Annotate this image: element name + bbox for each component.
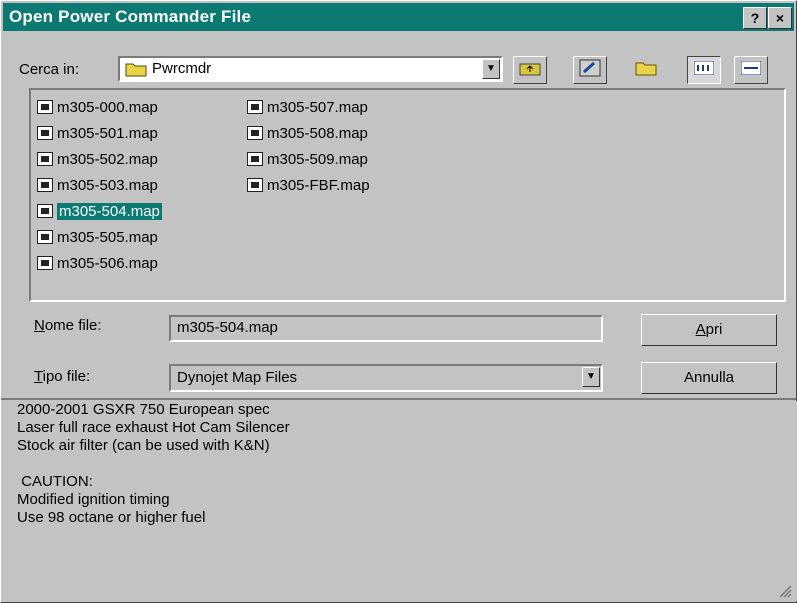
filetype-dropdown-button[interactable]: ▼ [582,367,600,387]
cancel-button[interactable]: Annulla [641,362,777,394]
file-name: m305-504.map [57,202,162,220]
filename-value: m305-504.map [177,319,278,336]
file-name: m305-FBF.map [267,176,370,194]
look-in-dropdown-button[interactable]: ▼ [482,59,500,79]
file-item[interactable]: m305-506.map [37,253,158,273]
up-folder-icon [519,60,541,80]
file-item[interactable]: m305-000.map [37,97,158,117]
map-file-icon [247,126,263,140]
up-folder-button[interactable] [513,56,547,84]
close-button[interactable]: × [768,7,792,29]
file-item[interactable]: m305-501.map [37,123,158,143]
filename-field[interactable]: m305-504.map [169,315,603,342]
filename-label: Nome file: [34,317,102,334]
file-item[interactable]: m305-505.map [37,227,158,247]
look-in-label: Cerca in: [19,61,80,78]
file-name: m305-509.map [267,150,368,168]
help-button[interactable]: ? [743,7,767,29]
map-file-icon [37,256,53,270]
file-item[interactable]: m305-502.map [37,149,158,169]
file-name: m305-501.map [57,124,158,142]
file-name: m305-507.map [267,98,368,116]
file-item[interactable]: m305-507.map [247,97,368,117]
file-item[interactable]: m305-509.map [247,149,368,169]
file-name: m305-508.map [267,124,368,142]
map-file-icon [37,230,53,244]
file-description: 2000-2001 GSXR 750 European spec Laser f… [17,401,797,601]
file-item[interactable]: m305-503.map [37,175,158,195]
desktop-icon [578,58,602,82]
divider [1,398,796,400]
map-file-icon [247,152,263,166]
list-view-icon [693,60,715,79]
resize-grip-icon[interactable] [778,584,792,598]
new-folder-icon [635,60,657,80]
details-view-icon [740,60,762,79]
filetype-value: Dynojet Map Files [177,369,298,386]
open-button[interactable]: Apri [641,314,777,346]
map-file-icon [37,152,53,166]
dialog-title: Open Power Commander File [9,7,252,26]
file-name: m305-000.map [57,98,158,116]
look-in-value: Pwrcmdr [152,60,212,77]
desktop-button[interactable] [573,56,607,84]
file-item[interactable]: m305-FBF.map [247,175,370,195]
look-in-combo[interactable]: Pwrcmdr ▼ [118,56,503,82]
map-file-icon [37,126,53,140]
map-file-icon [247,100,263,114]
file-name: m305-502.map [57,150,158,168]
file-item[interactable]: m305-504.map [37,201,162,221]
details-view-button[interactable] [734,56,768,84]
title-bar[interactable]: Open Power Commander File ? × [3,3,794,31]
open-file-dialog: Open Power Commander File ? × Cerca in: … [0,0,797,603]
file-item[interactable]: m305-508.map [247,123,368,143]
file-name: m305-506.map [57,254,158,272]
filetype-label: Tipo file: [34,368,91,385]
file-name: m305-503.map [57,176,158,194]
map-file-icon [37,178,53,192]
map-file-icon [37,204,53,218]
list-view-button[interactable] [687,56,721,84]
file-name: m305-505.map [57,228,158,246]
map-file-icon [247,178,263,192]
folder-icon [125,61,147,77]
filetype-combo[interactable]: Dynojet Map Files ▼ [169,364,603,392]
file-list[interactable]: m305-000.map m305-501.map m305-502.map m305… [32,91,782,299]
new-folder-button[interactable] [629,56,663,84]
map-file-icon [37,100,53,114]
